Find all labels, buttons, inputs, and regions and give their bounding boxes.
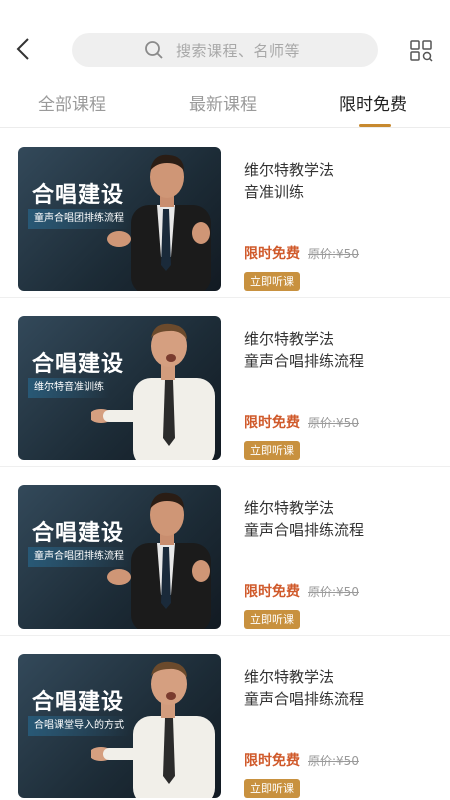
course-name-line1: 维尔特教学法 [244, 499, 335, 517]
search-placeholder: 搜索课程、名师等 [176, 41, 301, 60]
search-input[interactable]: 搜索课程、名师等 [72, 33, 378, 67]
speaker-image [107, 154, 211, 291]
active-tab-indicator [359, 124, 391, 127]
course-card[interactable]: 合唱建设 维尔特音准训练 维尔特教学法 童声合唱排练流程 限时免费 原价:¥50 … [0, 298, 450, 467]
course-name-line2: 童声合唱排练流程 [244, 521, 365, 539]
course-card[interactable]: 合唱建设 童声合唱团排练流程 维尔特教学法 音准训练 限时免费 原价:¥50 立即… [0, 129, 450, 298]
speaker-image [107, 492, 211, 629]
course-name-line1: 维尔特教学法 [244, 668, 335, 686]
course-name-line2: 童声合唱排练流程 [244, 352, 365, 370]
course-name-line2: 音准训练 [244, 183, 305, 201]
course-card[interactable]: 合唱建设 合唱课堂导入的方式 维尔特教学法 童声合唱排练流程 限时免费 原价:¥5… [0, 636, 450, 800]
back-icon[interactable] [12, 34, 40, 64]
speaker-image [91, 323, 215, 460]
search-icon [144, 40, 164, 60]
original-price: 原价:¥50 [308, 754, 359, 768]
tab-bar: 全部课程 最新课程 限时免费 [0, 88, 450, 128]
listen-now-button[interactable]: 立即听课 [244, 779, 300, 798]
tab-latest-courses[interactable]: 最新课程 [189, 90, 257, 115]
listen-now-button[interactable]: 立即听课 [244, 610, 300, 629]
limited-free-label: 限时免费 [244, 246, 300, 262]
course-name-line1: 维尔特教学法 [244, 330, 335, 348]
tab-limited-free[interactable]: 限时免费 [339, 90, 407, 115]
header: 搜索课程、名师等 [0, 0, 450, 88]
course-thumbnail: 合唱建设 合唱课堂导入的方式 [18, 654, 221, 798]
course-thumbnail: 合唱建设 维尔特音准训练 [18, 316, 221, 460]
grid-menu-icon[interactable] [410, 40, 434, 62]
course-thumbnail: 合唱建设 童声合唱团排练流程 [18, 485, 221, 629]
tab-all-courses[interactable]: 全部课程 [38, 90, 106, 115]
original-price: 原价:¥50 [308, 416, 359, 430]
original-price: 原价:¥50 [308, 247, 359, 261]
limited-free-label: 限时免费 [244, 753, 300, 769]
course-card[interactable]: 合唱建设 童声合唱团排练流程 维尔特教学法 童声合唱排练流程 限时免费 原价:¥5… [0, 467, 450, 636]
speaker-image [91, 661, 215, 798]
course-name-line2: 童声合唱排练流程 [244, 690, 365, 708]
limited-free-label: 限时免费 [244, 584, 300, 600]
limited-free-label: 限时免费 [244, 415, 300, 431]
listen-now-button[interactable]: 立即听课 [244, 441, 300, 460]
listen-now-button[interactable]: 立即听课 [244, 272, 300, 291]
original-price: 原价:¥50 [308, 585, 359, 599]
course-thumbnail: 合唱建设 童声合唱团排练流程 [18, 147, 221, 291]
course-name-line1: 维尔特教学法 [244, 161, 335, 179]
